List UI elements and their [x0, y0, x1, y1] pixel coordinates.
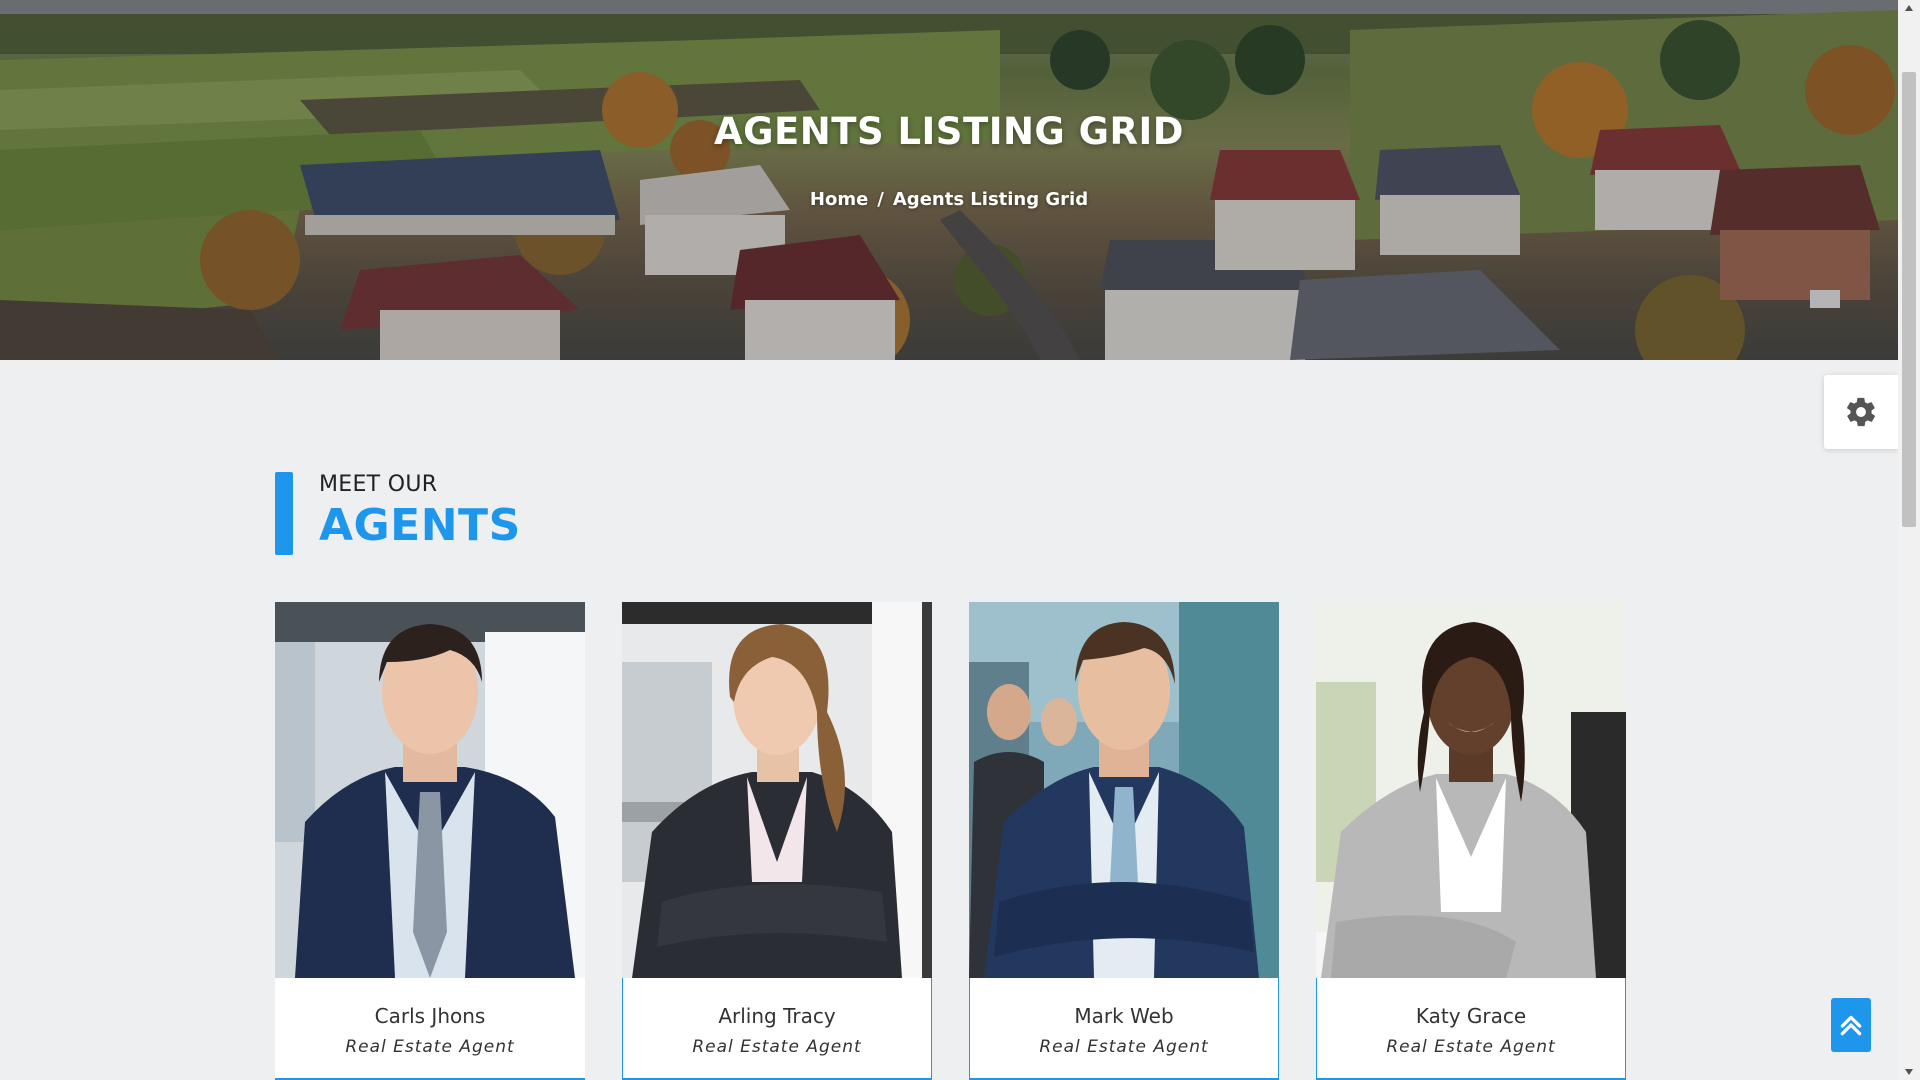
agent-info: Arling Tracy Real Estate Agent: [622, 978, 932, 1080]
breadcrumb-separator: /: [877, 189, 884, 210]
heading-accent-bar: [275, 472, 293, 555]
agent-info: Katy Grace Real Estate Agent: [1316, 978, 1626, 1080]
agent-card[interactable]: Arling Tracy Real Estate Agent: [622, 602, 932, 1080]
agent-portrait-image: [275, 602, 585, 978]
agent-name[interactable]: Arling Tracy: [623, 1004, 931, 1028]
agent-photo[interactable]: [1316, 602, 1626, 978]
section-title: AGENTS: [319, 500, 521, 551]
settings-button[interactable]: [1824, 375, 1898, 449]
triangle-up-icon: [1905, 5, 1913, 11]
triangle-down-icon: [1905, 1069, 1913, 1075]
scroll-down-button[interactable]: [1898, 1064, 1920, 1080]
agent-portrait-image: [969, 602, 1279, 978]
agent-role: Real Estate Agent: [1039, 1037, 1209, 1057]
back-to-top-button[interactable]: [1831, 998, 1871, 1052]
agent-role: Real Estate Agent: [1386, 1037, 1556, 1057]
agent-info: Carls Jhons Real Estate Agent: [275, 978, 585, 1080]
agent-role: Real Estate Agent: [692, 1037, 862, 1057]
page-title: AGENTS LISTING GRID: [713, 110, 1185, 153]
agent-card[interactable]: Carls Jhons Real Estate Agent: [275, 602, 585, 1080]
agent-info: Mark Web Real Estate Agent: [969, 978, 1279, 1080]
agent-photo[interactable]: [275, 602, 585, 978]
section-eyebrow: MEET OUR: [319, 472, 438, 497]
agent-name[interactable]: Katy Grace: [1317, 1004, 1625, 1028]
breadcrumb: Home / Agents Listing Grid: [0, 189, 1898, 210]
page-scrollbar[interactable]: [1898, 0, 1920, 1080]
agent-role: Real Estate Agent: [345, 1037, 515, 1057]
scrollbar-thumb[interactable]: [1902, 72, 1916, 527]
breadcrumb-current: Agents Listing Grid: [892, 189, 1089, 210]
scroll-up-button[interactable]: [1898, 0, 1920, 16]
gear-icon: [1847, 397, 1875, 427]
agents-grid: Carls Jhons Real Estate Agent Arling Tra…: [275, 602, 1626, 1080]
agent-card[interactable]: Mark Web Real Estate Agent: [969, 602, 1279, 1080]
page: AGENTS LISTING GRID Home / Agents Listing …: [0, 0, 1898, 1080]
breadcrumb-home-link[interactable]: Home: [810, 189, 868, 210]
agent-photo[interactable]: [622, 602, 932, 978]
agent-name[interactable]: Carls Jhons: [275, 1004, 585, 1028]
agent-portrait-image: [1316, 602, 1626, 978]
agent-name[interactable]: Mark Web: [970, 1004, 1278, 1028]
agent-photo[interactable]: [969, 602, 1279, 978]
hero-overlay: [0, 0, 1898, 360]
agent-portrait-image: [622, 602, 932, 978]
hero-banner: AGENTS LISTING GRID Home / Agents Listing …: [0, 0, 1898, 360]
agent-card[interactable]: Katy Grace Real Estate Agent: [1316, 602, 1626, 1080]
double-chevron-up-icon: [1840, 1015, 1862, 1036]
